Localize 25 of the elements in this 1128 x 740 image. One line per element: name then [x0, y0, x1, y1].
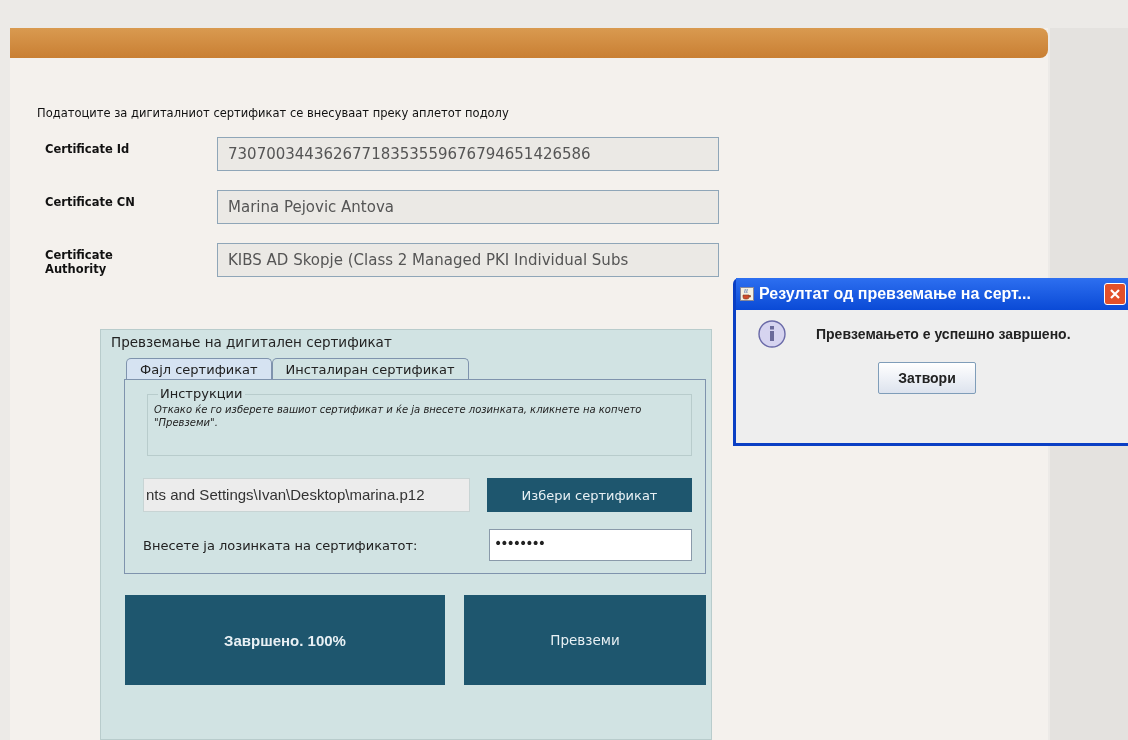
readonly-field[interactable]: KIBS AD Skopje (Class 2 Managed PKI Individual Subs: [217, 243, 719, 277]
file-path-field[interactable]: nts and Settings\Ivan\Desktop\marina.p12: [143, 478, 470, 512]
dialog-title: Резултат од превземање на серт...: [759, 285, 1032, 303]
password-field[interactable]: ••••••••: [489, 529, 692, 561]
close-dialog-button[interactable]: Затвори: [878, 362, 976, 394]
field-label: Certificate CN: [45, 194, 136, 209]
tab[interactable]: Инсталиран сертификат: [271, 358, 469, 379]
close-button[interactable]: [1104, 283, 1126, 305]
progress-label: Завршено. 100%: [224, 631, 346, 649]
instructions-text: Откако ќе го изберете вашиот сертификат и ќе ја внесете лозинката, кликнете на копчето "Превземи".: [154, 403, 643, 429]
group-legend: Превземање на дигитален сертификат: [111, 334, 711, 350]
intro-text: Податоците за дигиталниот сертификат се внесуваат преку аплетот подолу: [37, 106, 510, 120]
download-button[interactable]: Превземи: [464, 595, 706, 685]
tab[interactable]: Фајл сертификат: [126, 358, 272, 379]
choose-certificate-button[interactable]: Избери сертификат: [487, 478, 692, 512]
group-legend: Инструкции: [158, 386, 245, 401]
field-label: Certificate Authority: [45, 247, 114, 276]
readonly-field[interactable]: Marina Pejovic Antova: [217, 190, 719, 224]
close-icon: [1109, 288, 1121, 300]
info-icon: [758, 320, 786, 348]
readonly-field[interactable]: 73070034436267718353559676794651426586: [217, 137, 719, 171]
coffee-cup-icon: [740, 287, 754, 301]
dialog-message: Превземањето е успешно завршено.: [816, 326, 1071, 342]
password-label: Внесете ја лозинката на сертификатот:: [143, 537, 418, 553]
field-label: Certificate Id: [45, 141, 131, 156]
